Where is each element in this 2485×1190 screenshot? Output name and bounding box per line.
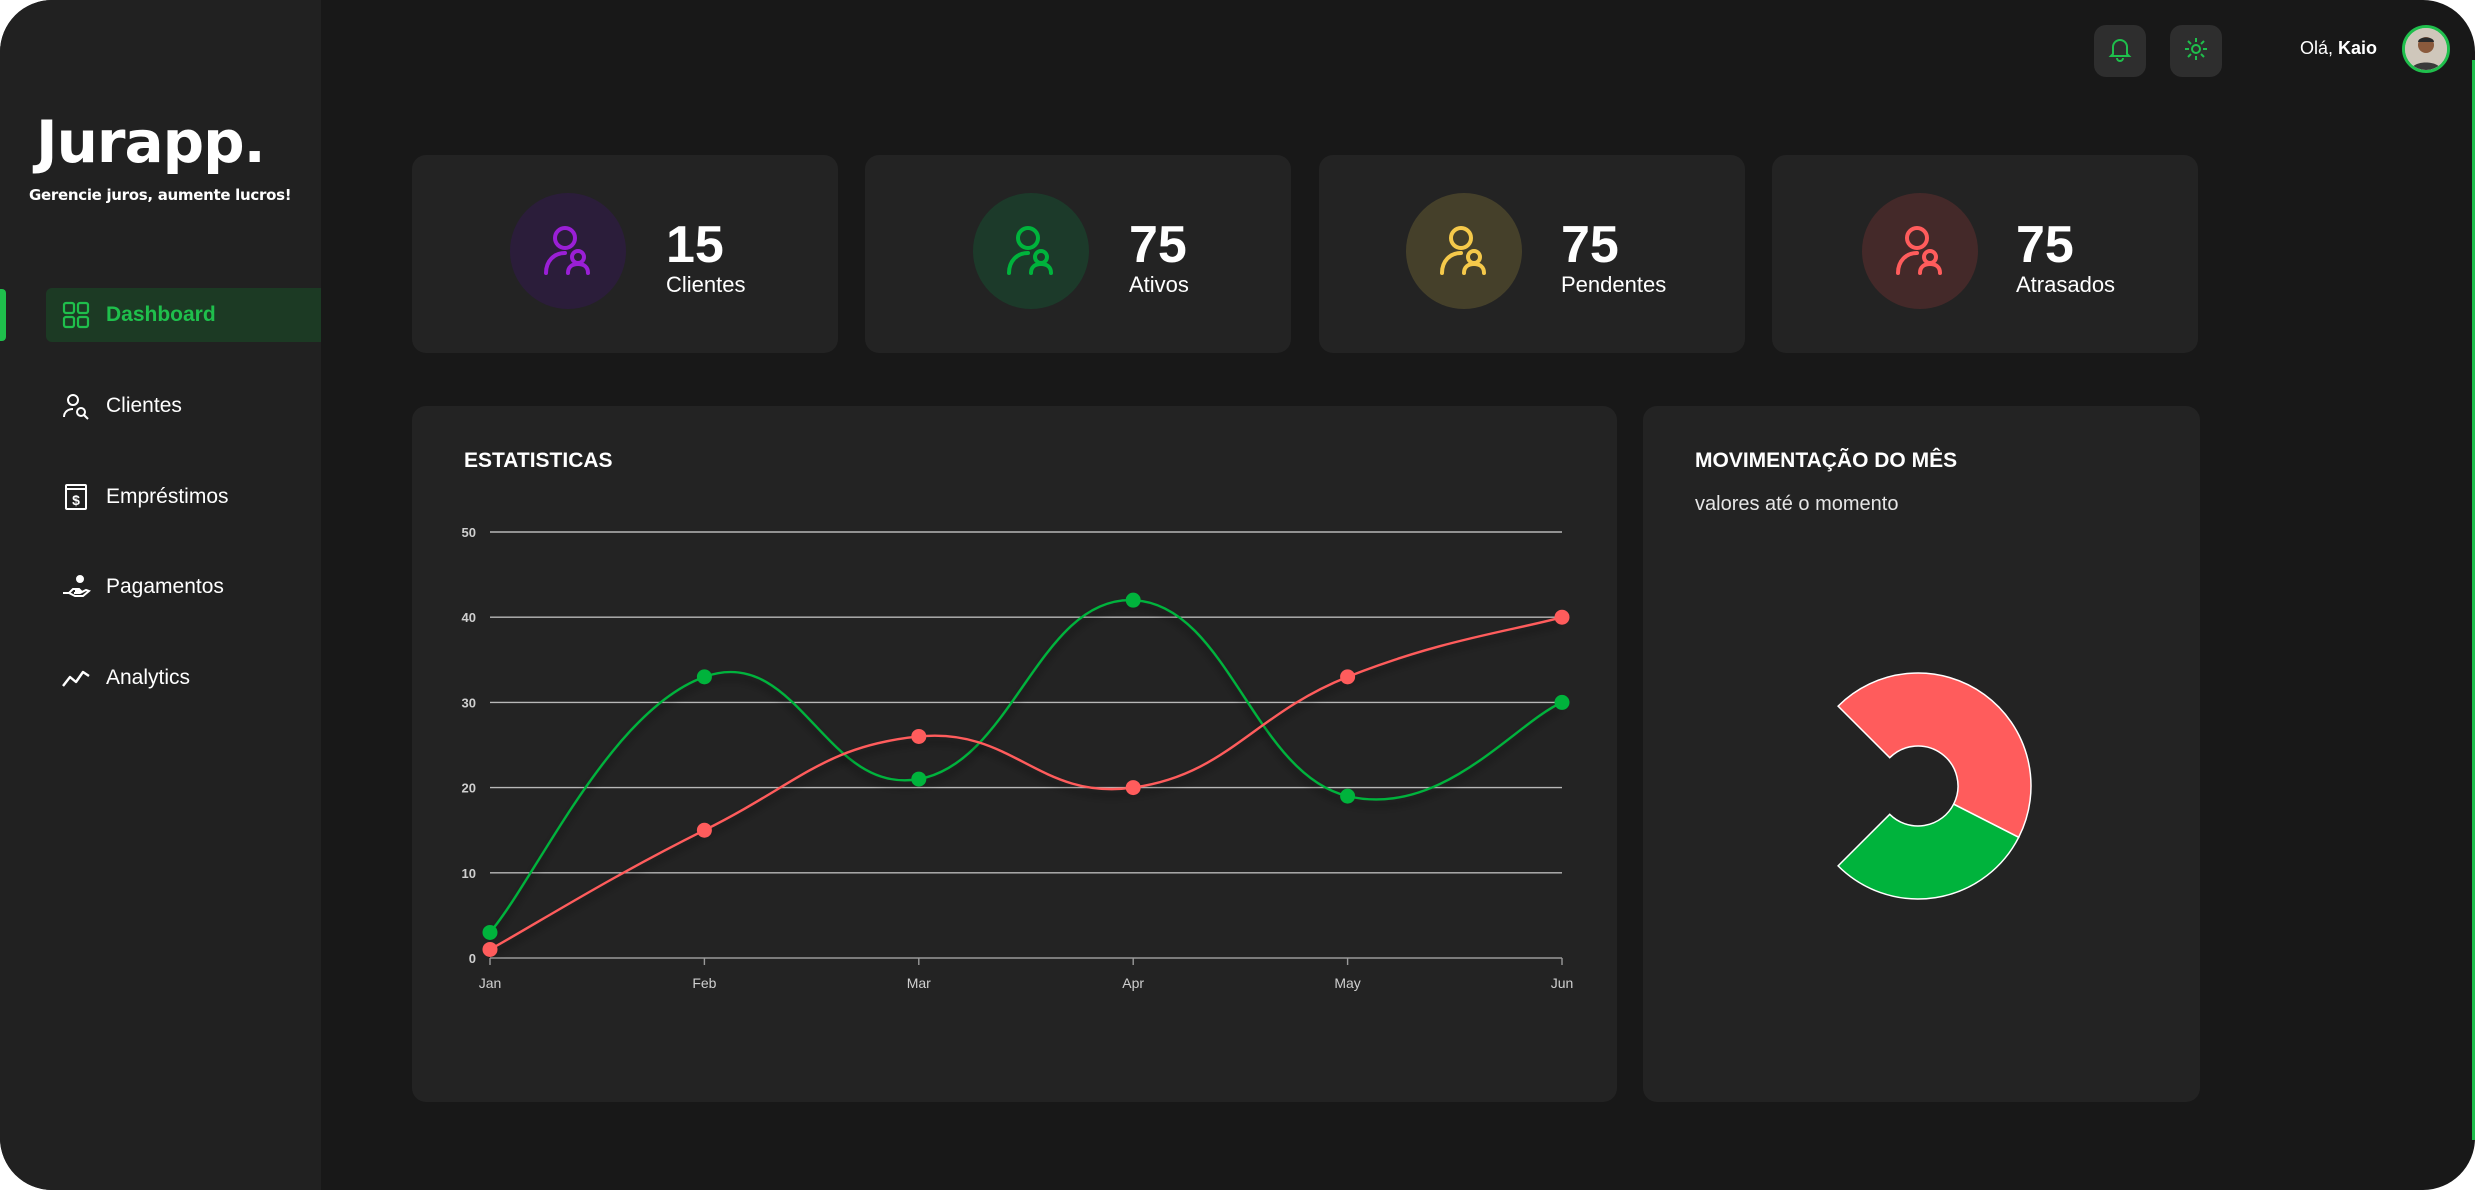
sidebar-item-emprestimos[interactable]: $ Empréstimos: [46, 470, 321, 524]
y-tick-label: 20: [462, 781, 476, 796]
x-tick-label: May: [1334, 975, 1360, 991]
grid-icon: [60, 299, 92, 331]
hand-coin-icon: [60, 571, 92, 603]
sidebar-item-label: Clientes: [106, 394, 182, 417]
x-tick-label: Jan: [479, 975, 502, 991]
user-name: Kaio: [2338, 38, 2378, 58]
donut-slice[interactable]: [1837, 672, 2032, 839]
stat-value: 15: [666, 216, 724, 274]
svg-text:$: $: [72, 492, 80, 508]
data-point[interactable]: [1340, 788, 1356, 804]
sidebar-item-label: Empréstimos: [106, 485, 229, 508]
user-yellow-icon: [1406, 193, 1522, 309]
data-point[interactable]: [1554, 694, 1570, 710]
active-nav-indicator: [0, 289, 6, 341]
data-point[interactable]: [1125, 592, 1141, 608]
data-point[interactable]: [482, 941, 498, 957]
stat-label: Ativos: [1129, 272, 1189, 297]
y-tick-label: 50: [462, 525, 476, 540]
series-line: [489, 616, 1563, 951]
sidebar-item-pagamentos[interactable]: Pagamentos: [46, 560, 321, 614]
user-purple-icon: [510, 193, 626, 309]
x-tick-label: Feb: [692, 975, 716, 991]
stat-label: Pendentes: [1561, 272, 1667, 297]
settings-button[interactable]: [2170, 25, 2222, 77]
y-tick-label: 10: [462, 866, 476, 881]
brand-logo: Jurapp.: [36, 108, 266, 176]
data-point[interactable]: [1554, 609, 1570, 625]
stat-card-ativos[interactable]: 75 Ativos: [865, 155, 1291, 353]
data-point[interactable]: [1340, 669, 1356, 685]
avatar[interactable]: [2402, 25, 2450, 73]
statistics-panel: ESTATISTICAS 0 10 20 30 40 50 Jan Feb Mar Apr May J…: [412, 406, 1617, 1102]
monthly-movement-panel: MOVIMENTAÇÃO DO MÊS valores até o moment…: [1643, 406, 2200, 1102]
user-search-icon: [60, 390, 92, 422]
y-tick-label: 0: [469, 951, 476, 966]
sidebar-item-dashboard[interactable]: Dashboard: [46, 288, 321, 342]
brand-tagline: Gerencie juros, aumente lucros!: [29, 186, 292, 204]
user-green-icon: [973, 193, 1089, 309]
line-chart[interactable]: 0 10 20 30 40 50 Jan Feb Mar Apr May Jun: [412, 406, 1617, 1102]
stat-value: 75: [1561, 216, 1619, 274]
data-point[interactable]: [911, 728, 927, 744]
trend-line-icon: [60, 662, 92, 694]
stat-label: Clientes: [666, 272, 746, 297]
sidebar-item-clientes[interactable]: Clientes: [46, 379, 321, 433]
scrollbar[interactable]: [2472, 60, 2475, 1140]
dollar-document-icon: $: [60, 481, 92, 513]
gear-icon: [2183, 36, 2209, 67]
y-tick-label: 40: [462, 610, 476, 625]
stat-label: Atrasados: [2016, 272, 2116, 297]
stat-card-atrasados[interactable]: 75 Atrasados: [1772, 155, 2198, 353]
data-point[interactable]: [696, 822, 712, 838]
stat-value: 75: [1129, 216, 1187, 274]
bell-icon: [2107, 36, 2133, 67]
stat-card-pendentes[interactable]: 75 Pendentes: [1319, 155, 1745, 353]
data-point[interactable]: [911, 771, 927, 787]
data-point[interactable]: [482, 924, 498, 940]
sidebar-item-label: Analytics: [106, 666, 191, 689]
stat-card-clientes[interactable]: 15 Clientes: [412, 155, 838, 353]
sidebar-item-label: Pagamentos: [106, 575, 224, 598]
data-point[interactable]: [696, 669, 712, 685]
sidebar-item-label: Dashboard: [106, 303, 216, 326]
notifications-button[interactable]: [2094, 25, 2146, 77]
sidebar-item-analytics[interactable]: Analytics: [46, 651, 321, 705]
user-greeting: Olá, Kaio: [2300, 38, 2378, 58]
data-point[interactable]: [1125, 780, 1141, 796]
app-window: Jurapp. Gerencie juros, aumente lucros! …: [0, 0, 2475, 1190]
x-tick-label: Jun: [1551, 975, 1574, 991]
stat-value: 75: [2016, 216, 2074, 274]
series-line: [489, 598, 1563, 934]
x-tick-label: Apr: [1122, 975, 1144, 991]
donut-chart[interactable]: [1643, 406, 2200, 1102]
sidebar: Jurapp. Gerencie juros, aumente lucros! …: [0, 0, 321, 1190]
y-tick-label: 30: [462, 695, 476, 710]
user-red-icon: [1862, 193, 1978, 309]
x-tick-label: Mar: [907, 975, 931, 991]
